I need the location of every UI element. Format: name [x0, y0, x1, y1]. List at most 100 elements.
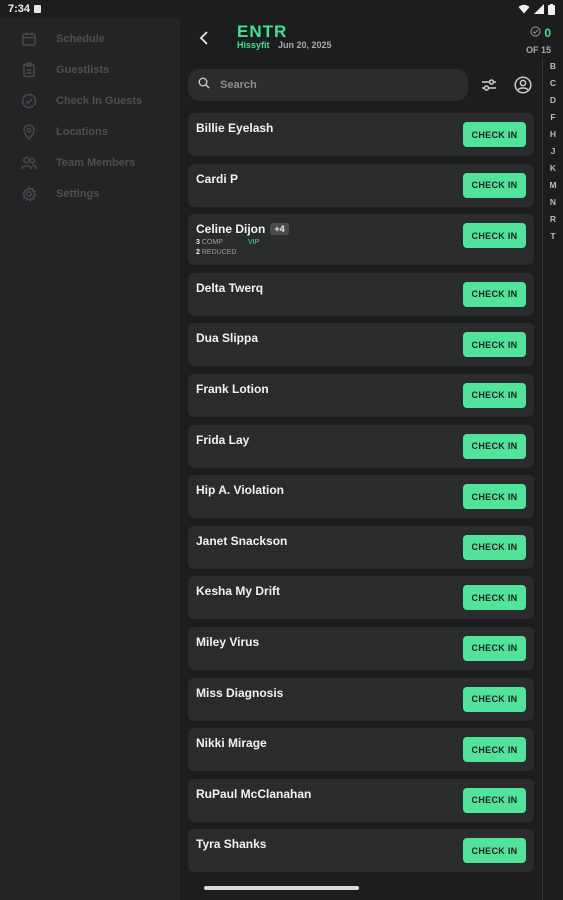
guest-name: Cardi P — [196, 171, 239, 186]
plus-guests-badge: +4 — [270, 223, 289, 236]
guest-name: Frank Lotion — [196, 381, 269, 396]
index-letter-n[interactable]: N — [543, 194, 563, 211]
guest-card: Kesha My Drift CHECK IN — [188, 576, 534, 620]
index-letter-t[interactable]: T — [543, 228, 563, 245]
total-guests: OF 15 — [525, 45, 551, 55]
guest-card: Celine Dijon +4 3 COMP VIP 2 REDUCED CHEC… — [188, 214, 534, 266]
guest-card: Billie Eyelash CHECK IN — [188, 113, 534, 156]
sidebar-item-label: Team Members — [56, 156, 136, 169]
guest-card: Frida Lay CHECK IN — [188, 424, 534, 468]
sidebar: Schedule Guestlists Check In Guests Loca… — [0, 18, 180, 900]
calendar-icon — [20, 30, 38, 48]
sidebar-item-label: Locations — [56, 125, 108, 138]
main-panel: ENTR Hissyfit Jun 20, 2025 0 OF 15 Billi… — [180, 18, 563, 900]
sidebar-item-guestlists[interactable]: Guestlists — [0, 54, 180, 85]
event-header: ENTR Hissyfit Jun 20, 2025 0 OF 15 — [180, 18, 563, 62]
guest-card: Nikki Mirage CHECK IN — [188, 728, 534, 772]
sidebar-item-label: Guestlists — [56, 63, 110, 76]
guest-name: Miley Virus — [196, 634, 260, 649]
sidebar-item-label: Schedule — [56, 32, 105, 45]
sidebar-item-locations[interactable]: Locations — [0, 116, 180, 147]
check-in-button[interactable]: CHECK IN — [463, 838, 526, 864]
index-letter-f[interactable]: F — [543, 109, 563, 126]
check-in-button[interactable]: CHECK IN — [463, 484, 526, 510]
guest-card: Dua Slippa CHECK IN — [188, 323, 534, 367]
check-in-button[interactable]: CHECK IN — [463, 534, 526, 560]
clipboard-icon — [20, 61, 38, 79]
sliders-icon — [482, 79, 496, 91]
filter-button[interactable] — [480, 76, 498, 94]
notification-icon — [34, 5, 42, 13]
check-in-button[interactable]: CHECK IN — [463, 281, 526, 307]
signal-icon — [534, 4, 544, 14]
index-letter-b[interactable]: B — [543, 58, 563, 75]
guest-card: Tyra Shanks CHECK IN — [188, 829, 534, 873]
check-in-button[interactable]: CHECK IN — [463, 122, 526, 147]
comp-tickets: 3 COMP — [196, 239, 223, 246]
check-in-button[interactable]: CHECK IN — [463, 787, 526, 813]
checked-in-count: 0 — [544, 26, 551, 40]
index-letter-c[interactable]: C — [543, 75, 563, 92]
guest-name: Delta Twerq — [196, 280, 264, 295]
guest-name: Janet Snackson — [196, 533, 288, 548]
index-letter-m[interactable]: M — [543, 177, 563, 194]
battery-icon — [548, 3, 555, 15]
guest-name: Dua Slippa — [196, 331, 259, 346]
check-in-button[interactable]: CHECK IN — [463, 332, 526, 358]
user-circle-icon — [514, 76, 532, 94]
comp-count: 3 — [196, 239, 200, 247]
guest-card: Miss Diagnosis CHECK IN — [188, 677, 534, 721]
guest-name: Hip A. Violation — [196, 483, 285, 498]
search-input[interactable] — [220, 79, 440, 91]
chevron-left-icon — [199, 31, 208, 45]
vip-tag: VIP — [248, 239, 260, 247]
guest-card: Miley Virus CHECK IN — [188, 626, 534, 670]
index-letter-k[interactable]: K — [543, 160, 563, 177]
sidebar-item-settings[interactable]: Settings — [0, 178, 180, 209]
search-bar[interactable] — [188, 69, 468, 101]
sidebar-item-label: Check In Guests — [56, 94, 143, 107]
index-letter-h[interactable]: H — [543, 126, 563, 143]
wifi-icon — [518, 4, 530, 14]
guest-name-row: Celine Dijon +4 — [196, 222, 289, 236]
guest-name: Kesha My Drift — [196, 584, 281, 599]
search-icon — [198, 76, 210, 94]
alphabet-index: B C D F H J K M N R T — [542, 58, 563, 900]
guest-card: Frank Lotion CHECK IN — [188, 373, 534, 417]
guest-name: Miss Diagnosis — [196, 685, 284, 700]
people-icon — [20, 154, 38, 172]
check-in-button[interactable]: CHECK IN — [463, 223, 526, 249]
gear-icon — [20, 185, 38, 203]
status-time: 7:34 — [8, 3, 31, 15]
back-button[interactable] — [194, 28, 214, 48]
sidebar-item-check-in-guests[interactable]: Check In Guests — [0, 85, 180, 116]
reduced-count: 2 — [196, 249, 200, 257]
location-pin-icon — [20, 123, 38, 141]
check-in-button[interactable]: CHECK IN — [463, 433, 526, 459]
check-circle-icon — [20, 92, 38, 110]
guest-name: RuPaul McClanahan — [196, 786, 312, 801]
check-in-button[interactable]: CHECK IN — [463, 635, 526, 661]
status-bar: 7:34 — [0, 0, 563, 18]
sidebar-item-schedule[interactable]: Schedule — [0, 23, 180, 54]
guest-name: Tyra Shanks — [196, 837, 267, 852]
home-indicator[interactable] — [204, 886, 359, 890]
check-in-button[interactable]: CHECK IN — [463, 172, 526, 198]
index-letter-j[interactable]: J — [543, 143, 563, 160]
check-in-button[interactable]: CHECK IN — [463, 737, 526, 763]
check-in-button[interactable]: CHECK IN — [463, 686, 526, 712]
sidebar-item-label: Settings — [56, 187, 100, 200]
sidebar-item-team-members[interactable]: Team Members — [0, 147, 180, 178]
check-in-button[interactable]: CHECK IN — [463, 585, 526, 611]
guest-card: Janet Snackson CHECK IN — [188, 525, 534, 569]
guest-card: Delta Twerq CHECK IN — [188, 272, 534, 316]
guest-name: Frida Lay — [196, 432, 250, 447]
index-letter-r[interactable]: R — [543, 211, 563, 228]
event-organizer: Hissyfit — [237, 40, 270, 50]
guest-name: Nikki Mirage — [196, 736, 267, 751]
event-date: Jun 20, 2025 — [278, 40, 332, 50]
check-in-button[interactable]: CHECK IN — [463, 382, 526, 408]
index-letter-d[interactable]: D — [543, 92, 563, 109]
guest-card: Cardi P CHECK IN — [188, 163, 534, 207]
profile-button[interactable] — [514, 76, 532, 94]
